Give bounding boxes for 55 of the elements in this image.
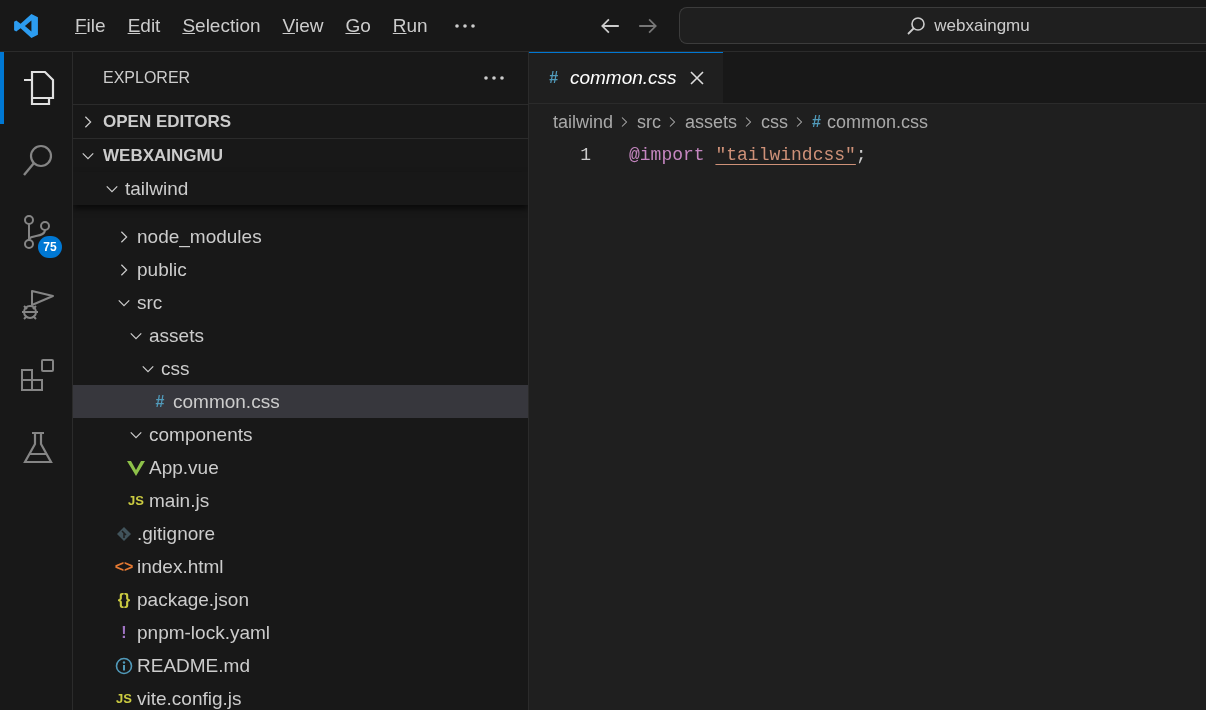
- menu-item[interactable]: Selection: [171, 14, 272, 37]
- tree-item[interactable]: {} package.json: [73, 583, 528, 616]
- breadcrumb-item[interactable]: src: [637, 111, 662, 133]
- info-icon: [115, 656, 133, 675]
- files-icon: [21, 70, 55, 106]
- sidebar-title: EXPLORER: [103, 69, 191, 87]
- tree-item[interactable]: JS vite.config.js: [73, 682, 528, 710]
- file-type-icon: JS: [128, 493, 144, 508]
- menu-item[interactable]: Go: [334, 14, 382, 37]
- tree-item[interactable]: public: [73, 253, 528, 286]
- tree-item[interactable]: App.vue: [73, 451, 528, 484]
- vue-icon: [127, 459, 145, 476]
- tree-item[interactable]: ! pnpm-lock.yaml: [73, 616, 528, 649]
- file-type-icon: !: [121, 623, 127, 642]
- count-badge: 75: [38, 236, 62, 258]
- breadcrumb-item[interactable]: common.css: [826, 111, 928, 133]
- menu-item[interactable]: Run: [381, 14, 439, 37]
- section-header[interactable]: OPEN EDITORS: [73, 104, 528, 138]
- file-type-icon: {}: [117, 590, 131, 609]
- more-icon[interactable]: [454, 23, 475, 28]
- close-icon[interactable]: [688, 70, 705, 86]
- menu-item[interactable]: View: [271, 14, 335, 37]
- line-number: 1: [579, 145, 591, 165]
- breadcrumb-item[interactable]: tailwind: [553, 111, 614, 133]
- extensions-icon: [20, 358, 56, 394]
- breadcrumb-item[interactable]: css: [761, 111, 789, 133]
- file-type-icon: #: [549, 69, 558, 87]
- tree-item[interactable]: <> index.html: [73, 550, 528, 583]
- menu-item[interactable]: Edit: [116, 14, 172, 37]
- logo-icon: [13, 12, 39, 39]
- diamond-icon: [116, 525, 132, 542]
- editor-tab[interactable]: # common.css: [529, 52, 723, 103]
- tree-item[interactable]: assets: [73, 319, 528, 352]
- tree-item[interactable]: tailwind: [73, 172, 528, 205]
- tree-item[interactable]: components: [73, 418, 528, 451]
- tree-item[interactable]: JS main.js: [73, 484, 528, 517]
- file-type-icon: #: [155, 392, 165, 411]
- tree-item[interactable]: README.md: [73, 649, 528, 682]
- tree-item[interactable]: node_modules: [73, 220, 528, 253]
- tree-item[interactable]: .gitignore: [73, 517, 528, 550]
- file-type-icon: JS: [116, 691, 132, 706]
- command-center-field[interactable]: webxaingmu: [679, 7, 1206, 44]
- file-type-icon: #: [812, 113, 821, 131]
- code-line: @import "tailwindcss";: [629, 145, 867, 165]
- more-icon[interactable]: [484, 76, 504, 80]
- tree-item[interactable]: src: [73, 286, 528, 319]
- menu-item[interactable]: File: [64, 14, 117, 37]
- tree-item[interactable]: css: [73, 352, 528, 385]
- tree-item[interactable]: # common.css: [73, 385, 528, 418]
- search-icon: [906, 15, 927, 36]
- flask-icon: [20, 430, 56, 466]
- breadcrumb-item[interactable]: assets: [685, 111, 738, 133]
- file-type-icon: <>: [114, 557, 134, 576]
- search-icon: [21, 142, 55, 178]
- activity-button[interactable]: 75: [0, 196, 72, 268]
